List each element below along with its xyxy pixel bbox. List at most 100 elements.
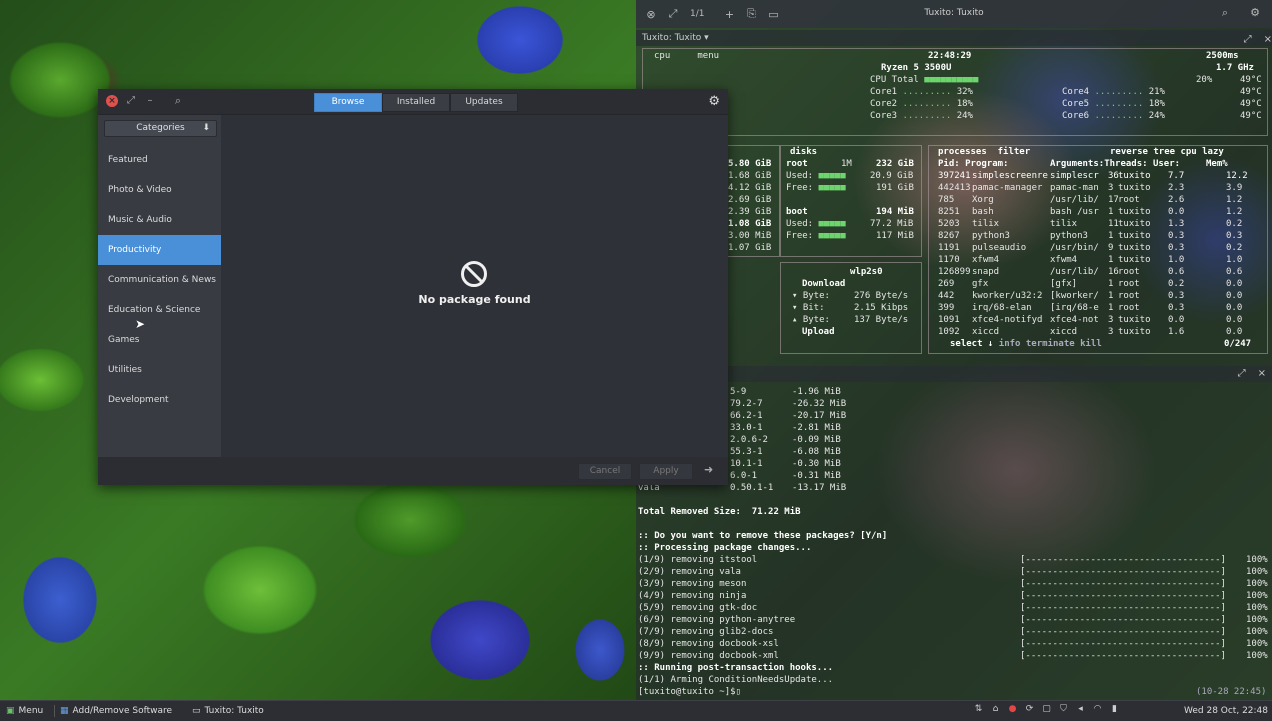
process-cell[interactable]: 1.0	[1168, 254, 1184, 266]
record-icon[interactable]: ●	[1007, 704, 1018, 715]
process-cell[interactable]: 0.6	[1168, 266, 1184, 278]
maximize-icon[interactable]: ⤢	[1238, 368, 1246, 379]
proc-header[interactable]: Mem%	[1206, 158, 1228, 170]
process-cell[interactable]: 126899	[938, 266, 971, 278]
process-cell[interactable]: 7.7	[1168, 170, 1184, 182]
process-cell[interactable]: tilix	[972, 218, 999, 230]
process-cell[interactable]: 0.3	[1168, 290, 1184, 302]
search-icon[interactable]: ⌕	[1214, 6, 1236, 20]
process-cell[interactable]: 1170	[938, 254, 960, 266]
process-cell[interactable]: 0.6	[1226, 266, 1242, 278]
clock[interactable]: Wed 28 Oct, 22:48	[1184, 701, 1268, 721]
lock-icon[interactable]: ⌂	[990, 704, 1001, 715]
process-cell[interactable]: 399	[938, 302, 954, 314]
process-cell[interactable]: [irq/68-e	[1050, 302, 1099, 314]
category-photo-video[interactable]: Photo & Video	[98, 175, 221, 205]
process-cell[interactable]: 3	[1108, 182, 1113, 194]
category-utilities[interactable]: Utilities	[98, 355, 221, 385]
close-icon[interactable]: ×	[1258, 368, 1266, 379]
wifi-icon[interactable]: ◠	[1092, 704, 1103, 715]
tab-browse[interactable]: Browse	[314, 93, 382, 112]
proc-header[interactable]: Threads:	[1104, 159, 1147, 169]
close-icon[interactable]: ×	[106, 95, 118, 107]
kill-button[interactable]: kill	[1080, 339, 1102, 349]
reverse-toggle[interactable]: reverse	[1110, 147, 1148, 157]
process-cell[interactable]: pamac-manager	[972, 182, 1042, 194]
process-cell[interactable]: xfwm4	[972, 254, 999, 266]
process-cell[interactable]: tuxito	[1118, 314, 1151, 326]
process-cell[interactable]: 0.2	[1226, 218, 1242, 230]
process-cell[interactable]: root	[1118, 194, 1140, 206]
process-cell[interactable]: 1	[1108, 254, 1113, 266]
category-communication-news[interactable]: Communication & News	[98, 265, 221, 295]
cpu-tab[interactable]: cpu	[654, 51, 670, 61]
task-add-remove-software[interactable]: ▦ Add/Remove Software	[60, 701, 172, 721]
process-cell[interactable]: 1191	[938, 242, 960, 254]
process-cell[interactable]: 0.3	[1168, 302, 1184, 314]
process-cell[interactable]: [kworker/	[1050, 290, 1099, 302]
update-icon[interactable]: ⟳	[1024, 704, 1035, 715]
menu-button[interactable]: ▣ Menu	[6, 701, 43, 721]
select-label[interactable]: select	[950, 339, 983, 349]
process-cell[interactable]: snapd	[972, 266, 999, 278]
terminal-tab[interactable]: Tuxito: Tuxito ▾ ⤢ ×	[636, 30, 1272, 46]
tree-toggle[interactable]: tree	[1153, 147, 1175, 157]
process-cell[interactable]: tuxito	[1118, 218, 1151, 230]
process-cell[interactable]: 0.0	[1168, 206, 1184, 218]
process-cell[interactable]: 1092	[938, 326, 960, 338]
category-education-science[interactable]: Education & Science	[98, 295, 221, 325]
process-cell[interactable]: xfwm4	[1050, 254, 1077, 266]
process-cell[interactable]: 1.2	[1226, 194, 1242, 206]
category-productivity[interactable]: Productivity	[98, 235, 221, 265]
process-cell[interactable]: tuxito	[1118, 326, 1151, 338]
process-cell[interactable]: 0.0	[1226, 278, 1242, 290]
sort-selector[interactable]: cpu lazy	[1180, 147, 1223, 157]
process-cell[interactable]: python3	[1050, 230, 1088, 242]
info-button[interactable]: info	[999, 339, 1021, 349]
process-cell[interactable]: gfx	[972, 278, 988, 290]
process-cell[interactable]: 0.2	[1226, 242, 1242, 254]
process-cell[interactable]: 1	[1108, 302, 1113, 314]
process-cell[interactable]: 1091	[938, 314, 960, 326]
process-cell[interactable]: pulseaudio	[972, 242, 1026, 254]
category-games[interactable]: Games	[98, 325, 221, 355]
process-cell[interactable]: tuxito	[1118, 170, 1151, 182]
process-cell[interactable]: python3	[972, 230, 1010, 242]
process-cell[interactable]: simplescr	[1050, 170, 1099, 182]
tab-updates[interactable]: Updates	[450, 93, 518, 112]
chevron-down-icon[interactable]: ▾	[704, 33, 709, 43]
process-cell[interactable]: 0.0	[1226, 326, 1242, 338]
net-interface[interactable]: wlp2s0	[850, 266, 883, 278]
process-cell[interactable]: tuxito	[1118, 206, 1151, 218]
process-cell[interactable]: 12.2	[1226, 170, 1248, 182]
battery-icon[interactable]: ▮	[1109, 704, 1120, 715]
process-cell[interactable]: tuxito	[1118, 242, 1151, 254]
category-music-audio[interactable]: Music & Audio	[98, 205, 221, 235]
process-cell[interactable]: bash /usr	[1050, 206, 1099, 218]
process-cell[interactable]: root	[1118, 266, 1140, 278]
process-cell[interactable]: 1	[1108, 290, 1113, 302]
process-cell[interactable]: 0.0	[1226, 290, 1242, 302]
process-cell[interactable]: /usr/lib/	[1050, 194, 1099, 206]
proc-header[interactable]: Pid:	[938, 159, 960, 169]
categories-dropdown[interactable]: Categories ⬇	[104, 120, 217, 137]
close-icon[interactable]: ×	[1264, 32, 1272, 48]
process-cell[interactable]: /usr/lib/	[1050, 266, 1099, 278]
process-cell[interactable]: 8267	[938, 230, 960, 242]
process-cell[interactable]: 5203	[938, 218, 960, 230]
proc-header[interactable]: User:	[1153, 159, 1180, 169]
process-cell[interactable]: Xorg	[972, 194, 994, 206]
process-cell[interactable]: xiccd	[972, 326, 999, 338]
process-cell[interactable]: xiccd	[1050, 326, 1077, 338]
tab-installed[interactable]: Installed	[382, 93, 450, 112]
arrow-right-icon[interactable]: ➜	[704, 463, 713, 476]
process-cell[interactable]: 0.3	[1168, 242, 1184, 254]
refresh-rate[interactable]: 2500ms	[1206, 50, 1239, 62]
minimize-icon[interactable]: –	[144, 95, 156, 107]
process-cell[interactable]: xfce4-not	[1050, 314, 1099, 326]
volume-icon[interactable]: ◂	[1075, 704, 1086, 715]
process-cell[interactable]: 9	[1108, 242, 1113, 254]
proc-header[interactable]: Program:	[965, 159, 1008, 169]
gear-icon[interactable]: ⚙	[1244, 6, 1266, 20]
category-featured[interactable]: Featured	[98, 145, 221, 175]
